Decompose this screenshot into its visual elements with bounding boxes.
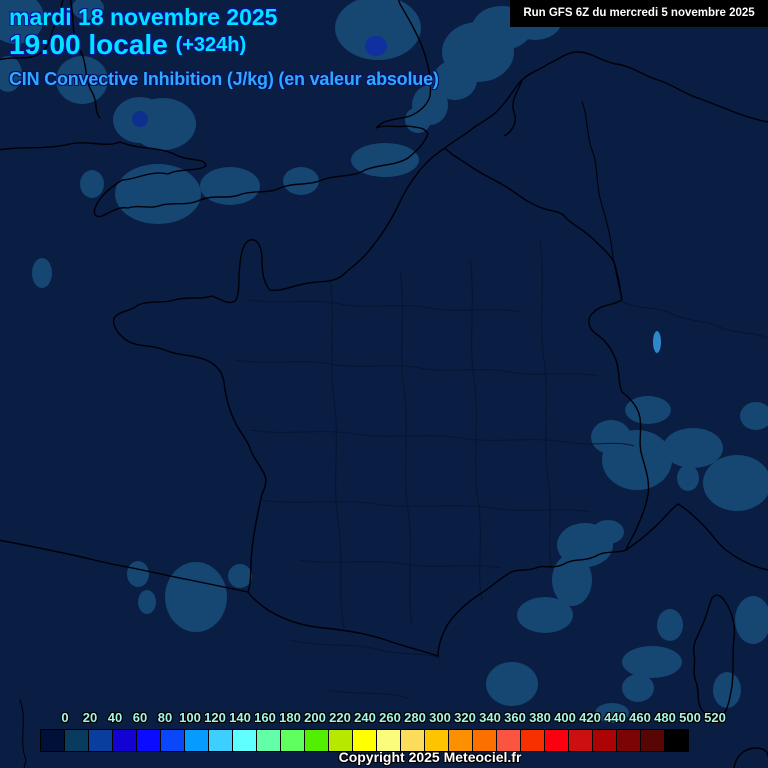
cin-patch	[703, 455, 768, 511]
cin-patch	[591, 420, 631, 454]
cin-patch	[622, 646, 682, 678]
model-run-info: Run GFS 6Z du mercredi 5 novembre 2025	[510, 0, 768, 27]
copyright-text: Copyright 2025 Meteociel.fr	[338, 749, 522, 765]
map-svg	[0, 0, 768, 768]
cin-patch	[595, 703, 629, 723]
cin-patch	[677, 465, 699, 491]
local-time: 19:00 locale	[9, 29, 168, 60]
cin-spot	[653, 331, 661, 353]
cin-patch	[138, 590, 156, 614]
cin-patch	[657, 609, 683, 641]
cin-spot	[132, 111, 148, 127]
date-label: mardi 18 novembre 2025	[9, 4, 278, 30]
time-label: 19:00 locale (+324h)	[9, 29, 246, 61]
parameter-title: CIN Convective Inhibition (J/kg) (en val…	[9, 69, 439, 89]
cin-patch	[622, 674, 654, 702]
cin-patch	[200, 167, 260, 205]
cin-patch	[283, 167, 319, 195]
cin-patch	[663, 428, 723, 468]
cin-patch	[486, 662, 538, 706]
weather-map-page: mardi 18 novembre 2025 19:00 locale (+32…	[0, 0, 768, 768]
cin-patch	[517, 597, 573, 633]
cin-patch	[80, 170, 104, 198]
cin-patch	[713, 672, 741, 708]
cin-patch	[592, 520, 624, 544]
cin-patch	[32, 258, 52, 288]
cin-patch	[228, 564, 252, 588]
forecast-offset: (+324h)	[175, 34, 247, 56]
cin-patch	[127, 561, 149, 587]
cin-patch	[165, 562, 227, 632]
cin-spot	[365, 36, 387, 56]
